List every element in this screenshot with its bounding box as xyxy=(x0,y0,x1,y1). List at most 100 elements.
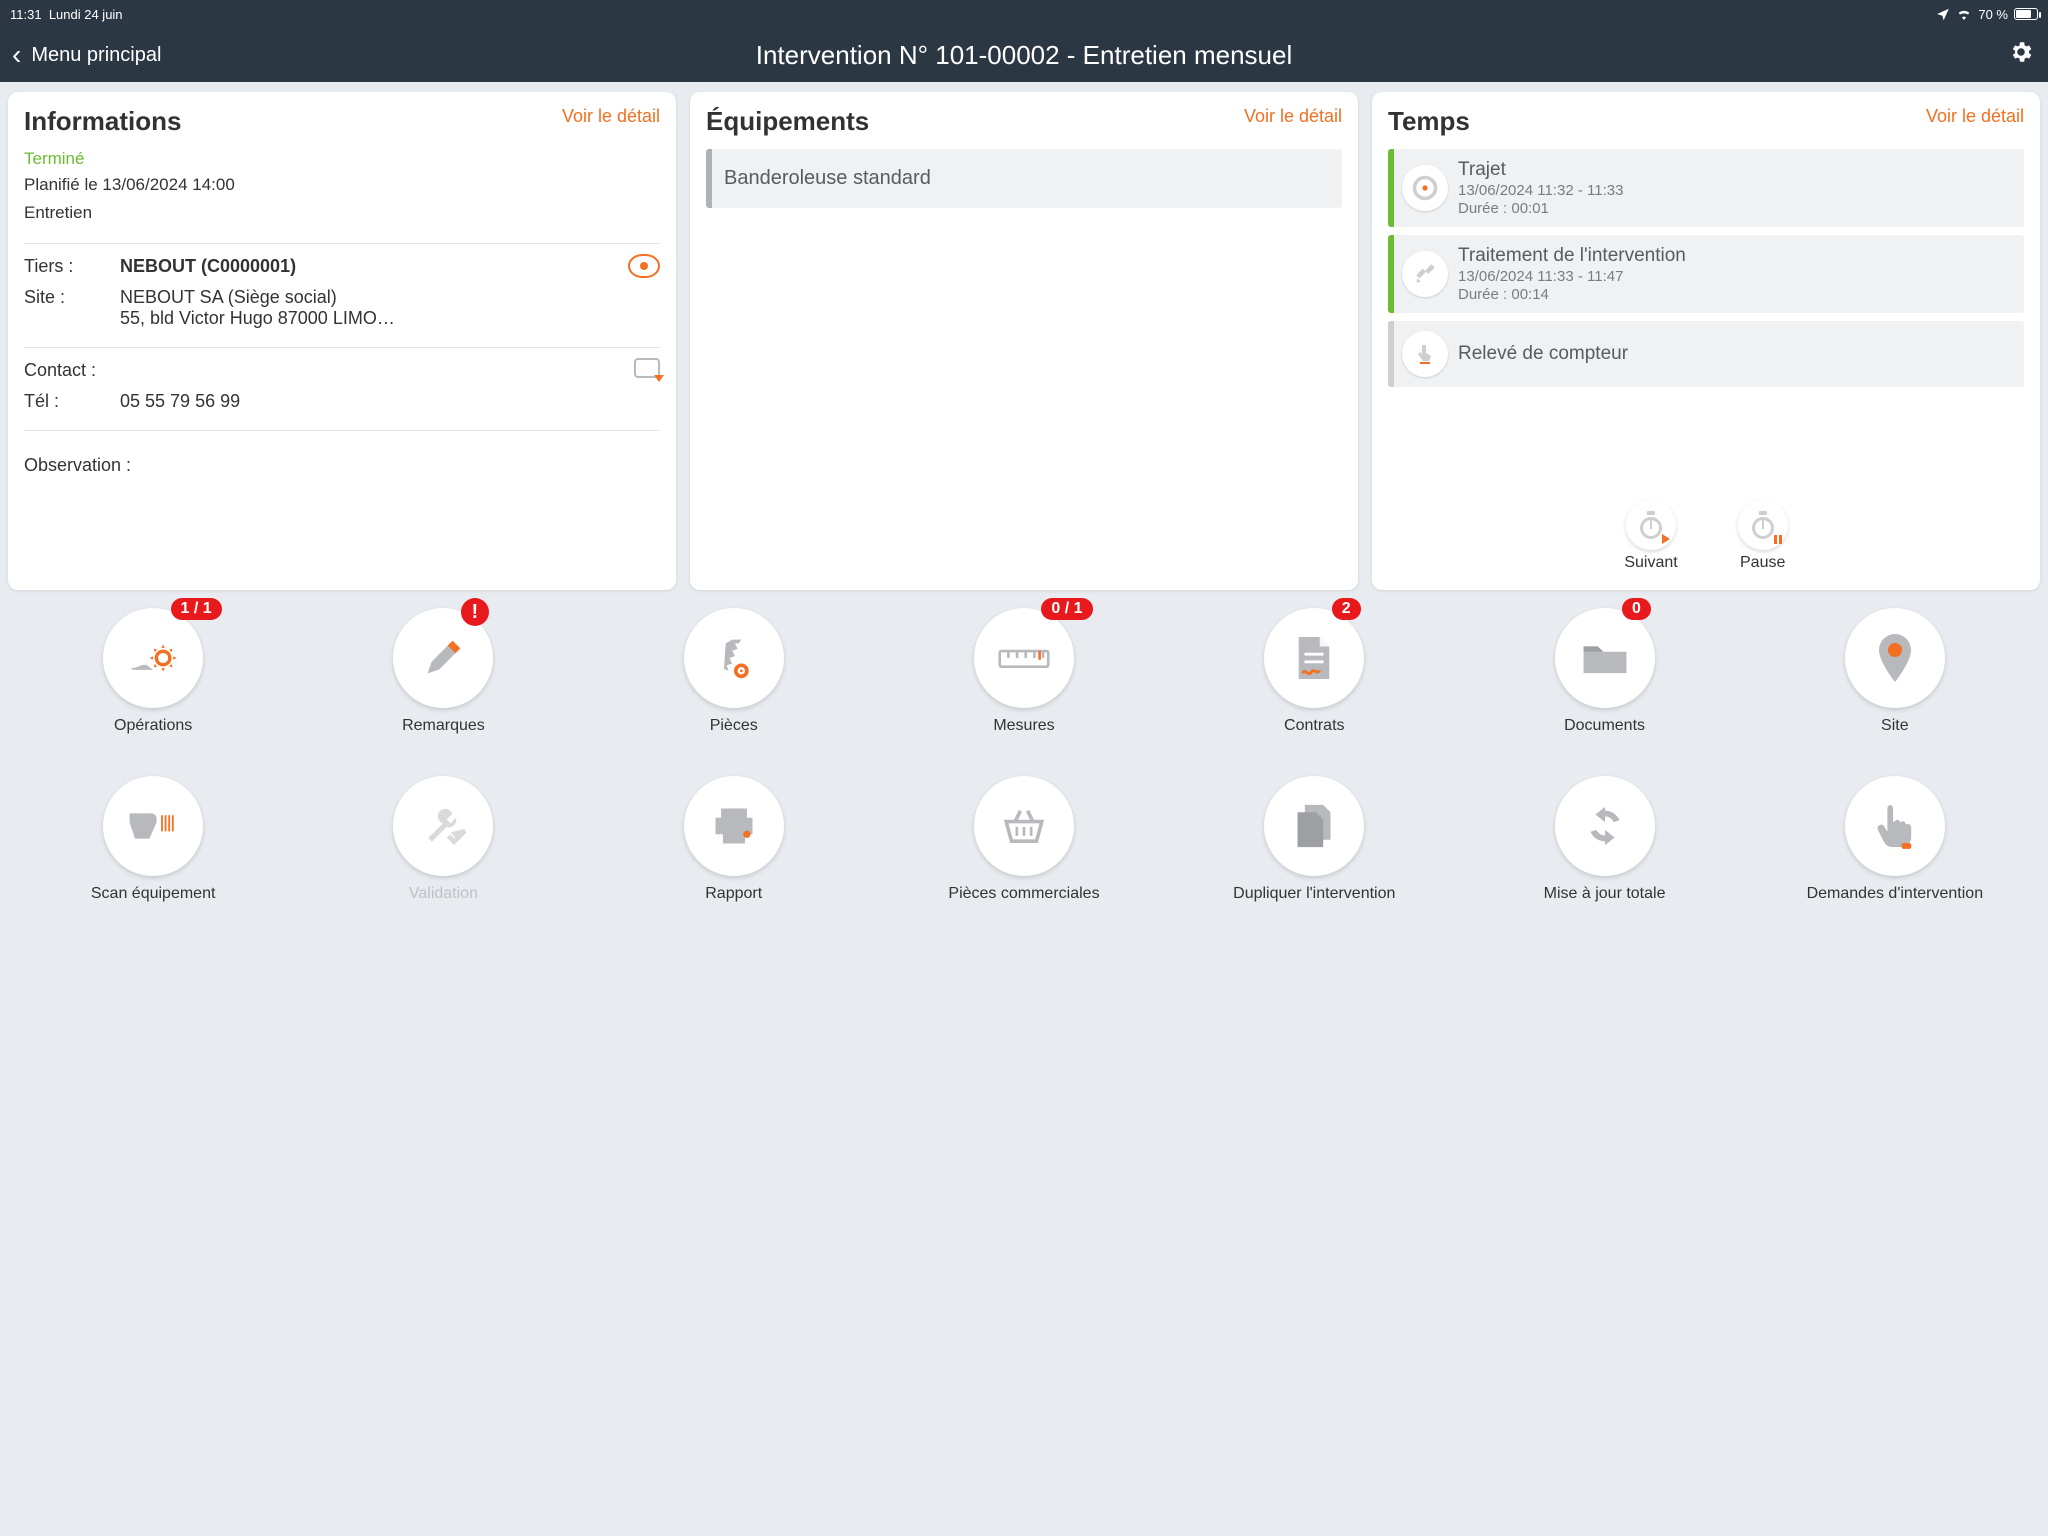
rapport-button[interactable]: Rapport xyxy=(589,776,879,922)
scan-equipement-label: Scan équipement xyxy=(91,884,216,922)
location-icon xyxy=(1936,7,1950,21)
time-title: Relevé de compteur xyxy=(1458,343,1628,365)
scan-equipement-button[interactable]: Scan équipement xyxy=(8,776,298,922)
printer-icon xyxy=(710,804,758,848)
equipements-detail-link[interactable]: Voir le détail xyxy=(1244,106,1342,127)
action-grid: 1 / 1 Opérations ! Remarques Pièces 0 / … xyxy=(0,596,2048,936)
dupliquer-label: Dupliquer l'intervention xyxy=(1233,884,1395,922)
time-item-traitement[interactable]: Traitement de l'intervention 13/06/2024 … xyxy=(1388,235,2024,313)
duplicate-icon xyxy=(1292,801,1336,851)
pieces-commerciales-button[interactable]: Pièces commerciales xyxy=(879,776,1169,922)
documents-badge: 0 xyxy=(1622,598,1651,620)
view-tiers-button[interactable] xyxy=(628,254,660,278)
battery-icon xyxy=(2014,8,2038,20)
rapport-label: Rapport xyxy=(705,884,762,922)
pieces-commerciales-label: Pièces commerciales xyxy=(948,884,1099,922)
operations-badge: 1 / 1 xyxy=(171,598,222,620)
tiers-value: NEBOUT (C0000001) xyxy=(120,256,660,277)
basket-icon xyxy=(999,806,1049,846)
folder-icon xyxy=(1580,638,1630,678)
status-bar: 11:31 Lundi 24 juin 70 % xyxy=(0,0,2048,28)
gear-icon xyxy=(2008,39,2034,65)
screw-icon xyxy=(712,634,756,682)
disc-icon xyxy=(1402,165,1448,211)
page-title: Intervention N° 101-00002 - Entretien me… xyxy=(756,40,1293,71)
validation-label: Validation xyxy=(409,884,478,922)
site-value: NEBOUT SA (Siège social) 55, bld Victor … xyxy=(120,287,660,329)
mesures-label: Mesures xyxy=(993,716,1054,754)
site-button[interactable]: Site xyxy=(1750,608,2040,754)
back-button[interactable]: ‹ Menu principal xyxy=(12,41,161,69)
wrench-check-icon xyxy=(419,804,467,848)
navbar: ‹ Menu principal Intervention N° 101-000… xyxy=(0,28,2048,82)
time-title: Trajet xyxy=(1458,159,1623,181)
equipment-item[interactable]: Banderoleuse standard xyxy=(706,149,1342,208)
pieces-label: Pièces xyxy=(710,716,758,754)
contact-vcard-button[interactable] xyxy=(634,358,660,378)
dupliquer-button[interactable]: Dupliquer l'intervention xyxy=(1169,776,1459,922)
hand-pointer-icon xyxy=(1875,801,1915,851)
pencil-icon xyxy=(420,635,466,681)
divider xyxy=(24,430,660,431)
maj-label: Mise à jour totale xyxy=(1544,884,1666,922)
barcode-scanner-icon xyxy=(126,805,180,847)
settings-button[interactable] xyxy=(2008,39,2034,72)
contrats-button[interactable]: 2 Contrats xyxy=(1169,608,1459,754)
divider xyxy=(24,347,660,348)
pin-icon xyxy=(1875,632,1915,684)
observation-label: Observation : xyxy=(24,455,164,476)
document-icon xyxy=(1293,633,1335,683)
remarques-button[interactable]: ! Remarques xyxy=(298,608,588,754)
chevron-left-icon: ‹ xyxy=(12,41,21,69)
play-icon xyxy=(1662,534,1670,544)
pause-label: Pause xyxy=(1740,554,1785,572)
operations-label: Opérations xyxy=(114,716,192,754)
time-duration: Durée : 00:14 xyxy=(1458,286,1686,303)
demandes-label: Demandes d'intervention xyxy=(1807,884,1984,922)
operations-button[interactable]: 1 / 1 Opérations xyxy=(8,608,298,754)
pieces-button[interactable]: Pièces xyxy=(589,608,879,754)
documents-button[interactable]: 0 Documents xyxy=(1459,608,1749,754)
intervention-type: Entretien xyxy=(24,203,660,223)
mesures-badge: 0 / 1 xyxy=(1041,598,1092,620)
contrats-badge: 2 xyxy=(1332,598,1361,620)
time-range: 13/06/2024 11:32 - 11:33 xyxy=(1458,182,1623,199)
status-indicators: 70 % xyxy=(1936,7,2038,22)
refresh-icon xyxy=(1582,803,1628,849)
tools-icon xyxy=(1402,251,1448,297)
pause-button[interactable]: Pause xyxy=(1738,500,1788,572)
clock-date: Lundi 24 juin xyxy=(49,7,123,22)
site-label: Site xyxy=(1881,716,1909,754)
site-label: Site : xyxy=(24,287,120,308)
temps-card: Temps Voir le détail Trajet 13/06/2024 1… xyxy=(1372,92,2040,590)
clock-time: 11:31 xyxy=(10,7,42,22)
tel-value: 05 55 79 56 99 xyxy=(120,391,660,412)
equipements-card: Équipements Voir le détail Banderoleuse … xyxy=(690,92,1358,590)
temps-title: Temps xyxy=(1388,106,1470,137)
informations-detail-link[interactable]: Voir le détail xyxy=(562,106,660,127)
temps-detail-link[interactable]: Voir le détail xyxy=(1926,106,2024,127)
informations-title: Informations xyxy=(24,106,181,137)
back-label: Menu principal xyxy=(31,44,161,67)
mesures-button[interactable]: 0 / 1 Mesures xyxy=(879,608,1169,754)
informations-card: Informations Voir le détail Terminé Plan… xyxy=(8,92,676,590)
divider xyxy=(24,243,660,244)
wifi-icon xyxy=(1956,8,1972,20)
remarques-label: Remarques xyxy=(402,716,485,754)
operations-icon xyxy=(126,636,180,680)
validation-button: Validation xyxy=(298,776,588,922)
time-item-releve[interactable]: Relevé de compteur xyxy=(1388,321,2024,387)
pause-icon xyxy=(1774,535,1782,544)
demandes-button[interactable]: Demandes d'intervention xyxy=(1750,776,2040,922)
suivant-label: Suivant xyxy=(1624,554,1677,572)
time-duration: Durée : 00:01 xyxy=(1458,200,1623,217)
time-item-trajet[interactable]: Trajet 13/06/2024 11:32 - 11:33 Durée : … xyxy=(1388,149,2024,227)
pointer-icon xyxy=(1402,331,1448,377)
time-range: 13/06/2024 11:33 - 11:47 xyxy=(1458,268,1686,285)
equipements-title: Équipements xyxy=(706,106,869,137)
time-title: Traitement de l'intervention xyxy=(1458,245,1686,267)
maj-button[interactable]: Mise à jour totale xyxy=(1459,776,1749,922)
suivant-button[interactable]: Suivant xyxy=(1624,500,1677,572)
documents-label: Documents xyxy=(1564,716,1645,754)
contact-label: Contact : xyxy=(24,360,120,381)
